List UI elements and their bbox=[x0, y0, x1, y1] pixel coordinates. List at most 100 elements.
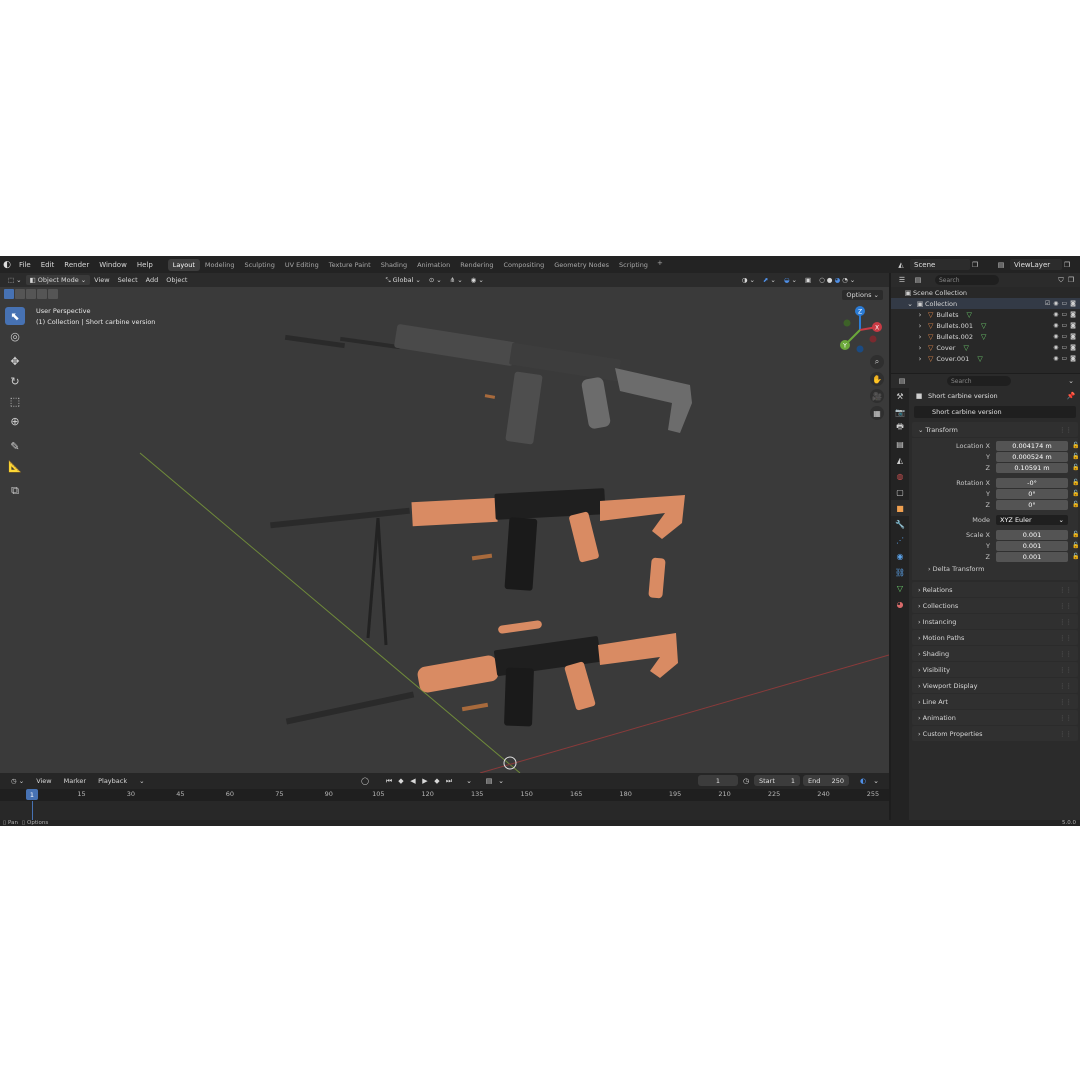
display-mode-icon[interactable]: ▤ bbox=[913, 275, 923, 285]
expand-icon[interactable]: › bbox=[915, 321, 925, 331]
outliner[interactable]: ☰ ▤ Search ⛉ ❐ ▣ Scene Collection ⌄ ▣ Co… bbox=[891, 273, 1080, 373]
scale-x-field[interactable]: 0.001 bbox=[996, 529, 1068, 540]
viewport-scene[interactable] bbox=[0, 273, 889, 773]
lock-icon[interactable]: 🔓 bbox=[1072, 464, 1079, 471]
panel-collapsed[interactable]: › Visibility ⋮⋮ bbox=[912, 662, 1078, 677]
annotate-tool-icon[interactable]: ✎ bbox=[5, 437, 25, 455]
start-frame-field[interactable]: Start 1 bbox=[754, 775, 800, 786]
menu-object[interactable]: Object bbox=[162, 276, 191, 284]
material-tab-icon[interactable]: ◕ bbox=[891, 596, 909, 612]
lock-icon[interactable]: 🔓 bbox=[1072, 453, 1079, 460]
location-x-field[interactable]: 0.004174 m bbox=[996, 440, 1068, 451]
tab-scripting[interactable]: Scripting bbox=[614, 259, 653, 271]
expand-collection-icon[interactable]: ⌄ bbox=[905, 299, 915, 309]
tab-animation[interactable]: Animation bbox=[412, 259, 455, 271]
world-tab-icon[interactable]: ◍ bbox=[891, 468, 909, 484]
menu-select[interactable]: Select bbox=[114, 276, 142, 284]
outliner-row-collection[interactable]: ⌄ ▣ Collection ☑ ◉ ▭ ◙ bbox=[891, 298, 1080, 309]
lock-icon[interactable]: 🔓 bbox=[1072, 479, 1079, 486]
lock-icon[interactable]: 🔓 bbox=[1072, 553, 1079, 560]
data-tab-icon[interactable]: ▽ bbox=[891, 580, 909, 596]
lock-icon[interactable]: 🔓 bbox=[1072, 442, 1079, 449]
tab-texture-paint[interactable]: Texture Paint bbox=[324, 259, 376, 271]
timeline-menu-marker[interactable]: Marker bbox=[58, 777, 92, 785]
prev-keyframe-icon[interactable]: ◆ bbox=[396, 776, 406, 786]
select-extend-icon[interactable] bbox=[15, 289, 25, 299]
editor-type-dropdown[interactable]: ⬚ ⌄ bbox=[4, 276, 26, 284]
drag-handle-icon[interactable]: ⋮⋮ bbox=[1059, 634, 1072, 642]
grid-view-icon[interactable]: ▦ bbox=[870, 406, 884, 420]
add-cube-tool-icon[interactable]: ⧉ bbox=[5, 482, 25, 500]
wireframe-shading-icon[interactable]: ○ bbox=[819, 276, 825, 284]
new-collection-icon[interactable]: ❐ bbox=[1066, 275, 1076, 285]
rendered-shading-icon[interactable]: ◔ bbox=[842, 276, 848, 284]
rotation-y-field[interactable]: 0° bbox=[996, 488, 1068, 499]
view-layer-selector[interactable]: ▤ ViewLayer ❐ bbox=[996, 259, 1078, 270]
outliner-row-object[interactable]: › ▽ Bullets ▽ ◉ ▭ ◙ bbox=[891, 309, 1080, 320]
timeline-editor[interactable]: ◷ ⌄ View Marker Playback ⌄ ◯ ⏮ ◆ ◀ ▶ ◆ ⏭… bbox=[0, 773, 889, 820]
scale-tool-icon[interactable]: ⬚ bbox=[5, 392, 25, 410]
keying-icon[interactable]: ⌄ bbox=[464, 776, 474, 786]
modifier-tab-icon[interactable]: 🔧 bbox=[891, 516, 909, 532]
expand-icon[interactable]: › bbox=[915, 332, 925, 342]
outliner-row-object[interactable]: › ▽ Cover.001 ▽ ◉ ▭ ◙ bbox=[891, 353, 1080, 364]
panel-collapsed[interactable]: › Collections ⋮⋮ bbox=[912, 598, 1078, 613]
pan-hand-icon[interactable]: ✋ bbox=[870, 372, 884, 386]
outliner-editor-icon[interactable]: ☰ bbox=[897, 275, 907, 285]
object-visibility[interactable]: ◉ ▭ ◙ bbox=[1053, 333, 1076, 340]
scene-name-field[interactable]: Scene bbox=[910, 259, 970, 270]
location-y-field[interactable]: 0.000524 m bbox=[996, 451, 1068, 462]
menu-window[interactable]: Window bbox=[94, 261, 132, 269]
expand-icon[interactable]: › bbox=[915, 310, 925, 320]
select-new-icon[interactable] bbox=[4, 289, 14, 299]
lock-icon[interactable]: 🔓 bbox=[1072, 490, 1079, 497]
properties-editor-icon[interactable]: ▤ bbox=[897, 376, 907, 386]
drag-handle-icon[interactable]: ⋮⋮ bbox=[1059, 586, 1072, 594]
drag-handle-icon[interactable]: ⋮⋮ bbox=[1059, 666, 1072, 674]
transform-orientation-dropdown[interactable]: ⤡ Global ⌄ bbox=[381, 276, 424, 285]
collection-visibility[interactable]: ☑ ◉ ▭ ◙ bbox=[1045, 300, 1076, 307]
panel-collapsed[interactable]: › Viewport Display ⋮⋮ bbox=[912, 678, 1078, 693]
blender-logo-icon[interactable]: ◐ bbox=[0, 256, 14, 273]
timeline-menu-playback[interactable]: Playback bbox=[92, 777, 133, 785]
copy-layer-icon[interactable]: ❐ bbox=[1062, 260, 1072, 270]
select-invert-icon[interactable] bbox=[48, 289, 58, 299]
rotation-mode-dropdown[interactable]: XYZ Euler ⌄ bbox=[996, 514, 1068, 525]
pivot-point-dropdown[interactable]: ⊙ ⌄ bbox=[425, 276, 446, 284]
material-shading-icon[interactable]: ◕ bbox=[834, 276, 840, 284]
outliner-row-object[interactable]: › ▽ Bullets.002 ▽ ◉ ▭ ◙ bbox=[891, 331, 1080, 342]
lock-icon[interactable]: 🔓 bbox=[1072, 531, 1079, 538]
camera-view-icon[interactable]: 🎥 bbox=[870, 389, 884, 403]
collection-tab-icon[interactable]: ▢ bbox=[891, 484, 909, 500]
outliner-row-object[interactable]: › ▽ Bullets.001 ▽ ◉ ▭ ◙ bbox=[891, 320, 1080, 331]
panel-collapsed[interactable]: › Instancing ⋮⋮ bbox=[912, 614, 1078, 629]
scale-y-field[interactable]: 0.001 bbox=[996, 540, 1068, 551]
rotation-x-field[interactable]: -0° bbox=[996, 477, 1068, 488]
copy-icon[interactable]: ❐ bbox=[970, 260, 980, 270]
play-icon[interactable]: ▶ bbox=[420, 776, 430, 786]
tab-uv-editing[interactable]: UV Editing bbox=[280, 259, 324, 271]
object-visibility[interactable]: ◉ ▭ ◙ bbox=[1053, 355, 1076, 362]
tab-modeling[interactable]: Modeling bbox=[200, 259, 240, 271]
current-frame-indicator[interactable]: 1 bbox=[26, 789, 38, 800]
tab-rendering[interactable]: Rendering bbox=[455, 259, 498, 271]
outliner-row-scene-collection[interactable]: ▣ Scene Collection bbox=[891, 287, 1080, 298]
measure-tool-icon[interactable]: 📐 bbox=[5, 457, 25, 475]
object-tab-icon[interactable]: ■ bbox=[891, 500, 909, 516]
scene-tab-icon[interactable]: ◭ bbox=[891, 452, 909, 468]
tab-layout[interactable]: Layout bbox=[167, 258, 200, 271]
select-box-tool-icon[interactable]: ⬉ bbox=[5, 307, 25, 325]
xray-toggle[interactable]: ▣ bbox=[801, 276, 815, 284]
scale-z-field[interactable]: 0.001 bbox=[996, 551, 1068, 562]
drag-handle-icon[interactable]: ⋮⋮ bbox=[1059, 682, 1072, 690]
end-frame-field[interactable]: End 250 bbox=[803, 775, 849, 786]
expand-icon[interactable]: › bbox=[915, 343, 925, 353]
filter-icon[interactable]: ⛉ bbox=[1056, 275, 1066, 285]
panel-collapsed[interactable]: › Motion Paths ⋮⋮ bbox=[912, 630, 1078, 645]
object-name-field[interactable]: Short carbine version bbox=[914, 406, 1076, 418]
tab-sculpting[interactable]: Sculpting bbox=[239, 259, 279, 271]
transform-tool-icon[interactable]: ⊕ bbox=[5, 412, 25, 430]
output-tab-icon[interactable]: 🖶 bbox=[891, 420, 909, 436]
jump-start-icon[interactable]: ⏮ bbox=[384, 776, 394, 786]
drag-handle-icon[interactable]: ⋮⋮ bbox=[1059, 650, 1072, 658]
